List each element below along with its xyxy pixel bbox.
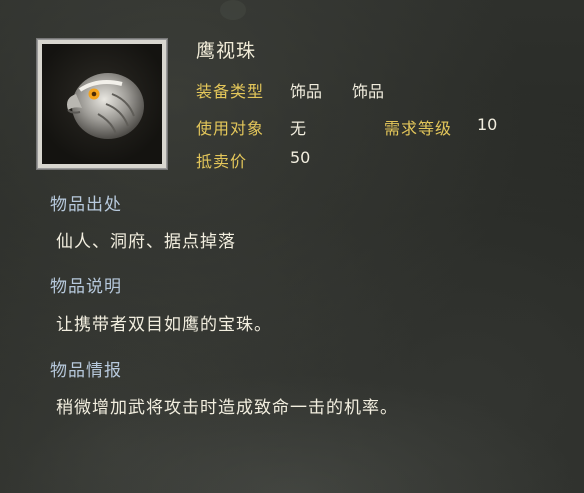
origin-section-title: 物品出处 <box>50 195 122 215</box>
use-target-label: 使用对象 <box>196 119 265 138</box>
sell-price-label: 抵卖价 <box>196 152 248 171</box>
equip-subtype-value: 饰品 <box>352 82 385 101</box>
required-level-label: 需求等级 <box>384 119 453 138</box>
intel-section-text: 稍微增加武将攻击时造成致命一击的机率。 <box>56 398 398 418</box>
item-name: 鹰视珠 <box>196 40 257 62</box>
use-target-value: 无 <box>290 119 307 138</box>
equip-type-value: 饰品 <box>290 82 323 101</box>
equip-type-label: 装备类型 <box>196 82 265 101</box>
background-decoration <box>0 373 584 493</box>
origin-section-text: 仙人、洞府、据点掉落 <box>56 232 236 252</box>
background-decoration <box>220 0 246 20</box>
required-level-value: 10 <box>477 115 498 134</box>
description-section-text: 让携带者双目如鹰的宝珠。 <box>56 315 272 335</box>
item-icon-frame[interactable] <box>37 39 167 169</box>
hawk-orb-icon <box>42 44 162 164</box>
sell-price-value: 50 <box>290 148 311 167</box>
description-section-title: 物品说明 <box>50 277 122 297</box>
intel-section-title: 物品情报 <box>50 361 122 381</box>
